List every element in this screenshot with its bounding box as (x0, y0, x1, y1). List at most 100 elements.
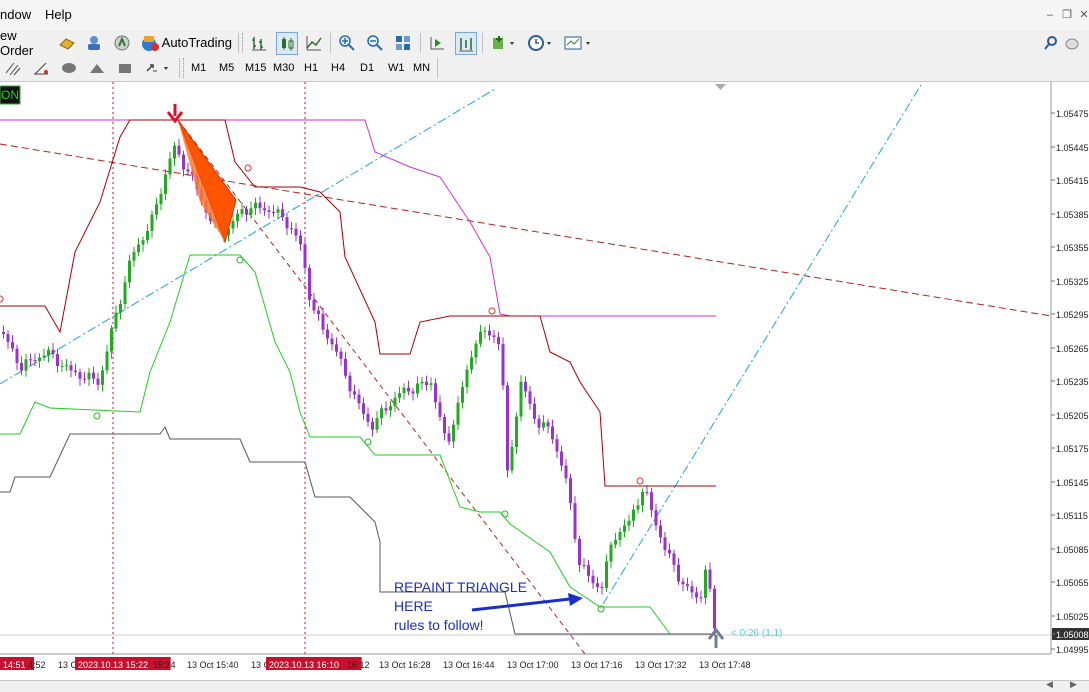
candle-body (65, 365, 68, 367)
candle-body (668, 549, 671, 554)
timeframe-m30[interactable]: M30 (270, 60, 297, 76)
tile-windows-icon[interactable] (393, 32, 413, 53)
chat-icon[interactable] (1065, 32, 1079, 53)
timeframe-m5[interactable]: M5 (216, 60, 237, 76)
candle-body (438, 402, 442, 417)
candle-body (515, 416, 518, 447)
price-label: 1.05115 (1056, 511, 1088, 521)
ellipse-tool-icon[interactable] (59, 57, 79, 78)
candle-body (663, 537, 667, 550)
candle-body (366, 413, 370, 422)
candlestick-chart-icon[interactable] (276, 32, 298, 55)
templates-menu-icon[interactable] (562, 32, 594, 53)
menu-help[interactable]: Help (45, 7, 72, 22)
candle-body (348, 375, 352, 392)
triangle-tool-icon[interactable] (87, 57, 107, 78)
auto-scroll-icon[interactable] (427, 32, 447, 53)
candle-body (173, 145, 176, 159)
timeframe-mn[interactable]: MN (410, 60, 433, 76)
candle-body (276, 209, 280, 213)
timeframe-w1[interactable]: W1 (385, 60, 408, 76)
zoom-out-icon[interactable] (365, 32, 385, 53)
close-icon[interactable]: ✕ (1077, 8, 1089, 22)
candle-body (6, 334, 10, 342)
lower-green-band (0, 254, 716, 635)
candle-body (519, 381, 523, 417)
candle-body (272, 211, 275, 213)
timeframe-m15[interactable]: M15 (242, 60, 269, 76)
price-chart[interactable]: REPAINT TRIANGLE HERE rules to follow! <… (0, 82, 1089, 680)
candle-body (357, 394, 361, 404)
price-label: 1.05008 (1056, 630, 1089, 640)
candle-body (393, 397, 397, 407)
candle-body (546, 422, 550, 427)
candle-body (105, 351, 109, 371)
market-watch-icon[interactable] (84, 32, 104, 53)
candle-body (11, 341, 14, 349)
candle-body (78, 371, 82, 379)
search-icon[interactable] (1041, 32, 1061, 53)
signals-icon[interactable] (112, 32, 132, 53)
gold-bars-icon[interactable] (57, 32, 77, 53)
cyan-line-1 (0, 88, 496, 385)
candle-body (128, 260, 131, 283)
annotation-line-3: rules to follow! (394, 617, 483, 633)
timeframe-h4[interactable]: H4 (328, 60, 348, 76)
candle-body (33, 360, 37, 362)
rectangle-tool-icon[interactable] (115, 57, 135, 78)
time-label: 13 O (58, 660, 78, 670)
autotrading-label: AutoTrading (161, 35, 232, 50)
price-label: 1.05235 (1056, 377, 1089, 387)
zoom-in-icon[interactable] (337, 32, 357, 53)
restore-icon[interactable]: ❐ (1060, 8, 1074, 22)
candle-body (335, 344, 338, 352)
candle-body (2, 332, 5, 335)
candle-body (573, 503, 577, 539)
candle-body (362, 403, 365, 414)
scroll-left-icon[interactable]: ◀ (1046, 679, 1053, 690)
candle-body (434, 383, 437, 403)
channel-tool-icon[interactable] (3, 57, 23, 78)
scroll-right-icon[interactable]: ▶ (1070, 679, 1077, 690)
new-order-button[interactable]: ew Order (0, 28, 52, 58)
line-chart-icon[interactable] (304, 32, 324, 53)
timeframe-d1[interactable]: D1 (357, 60, 377, 76)
periods-menu-icon[interactable] (525, 32, 555, 53)
price-label: 1.05415 (1056, 176, 1089, 186)
bar-chart-icon[interactable] (249, 32, 269, 53)
red-trendline-down (177, 119, 586, 655)
candle-body (650, 492, 653, 511)
candle-body (470, 357, 473, 370)
candle-body (344, 358, 347, 376)
candle-body (681, 581, 685, 585)
minimize-icon[interactable]: – (1043, 8, 1057, 22)
menu-window[interactable]: ndow (0, 7, 31, 22)
candle-body (42, 355, 46, 358)
annotation-line-1: REPAINT TRIANGLE (394, 579, 527, 595)
chart-shift-icon[interactable] (455, 32, 477, 55)
arrows-menu-icon[interactable] (143, 57, 173, 78)
candle-body (443, 416, 446, 434)
candle-body (249, 208, 253, 215)
candle-body (506, 385, 509, 471)
price-label: 1.05295 (1056, 310, 1089, 320)
candle-body (654, 510, 658, 526)
autotrading-button[interactable]: AutoTrading (140, 32, 232, 53)
candle-body (591, 575, 595, 584)
timeframe-m1[interactable]: M1 (188, 60, 209, 76)
candle-body (479, 331, 482, 344)
candle-body (456, 402, 460, 425)
cyan-line-2 (602, 84, 922, 605)
candle-body (263, 208, 266, 211)
candle-body (483, 330, 487, 332)
chart-window[interactable]: REPAINT TRIANGLE HERE rules to follow! <… (0, 82, 1089, 680)
time-label: 2023.10.13 16:10 (269, 660, 339, 670)
candle-body (330, 338, 334, 345)
candle-body (704, 569, 707, 598)
timeframe-h1[interactable]: H1 (301, 60, 321, 76)
candle-body (281, 209, 284, 218)
candle-body (497, 337, 500, 345)
sell-arrow-icon (166, 104, 184, 124)
fibonacci-tool-icon[interactable] (31, 57, 51, 78)
indicators-menu-icon[interactable] (489, 32, 519, 53)
